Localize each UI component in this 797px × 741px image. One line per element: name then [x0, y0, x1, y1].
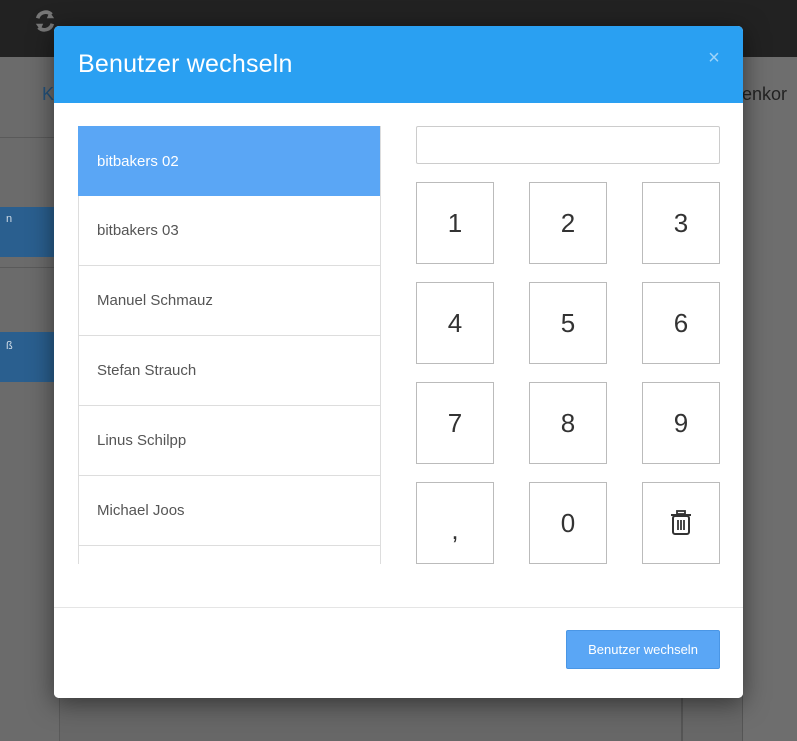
left-panel-item-label: ß [6, 340, 13, 352]
user-list-item-stefan-strauch[interactable]: Stefan Strauch [78, 336, 380, 406]
keypad-key-0[interactable]: 0 [529, 482, 607, 564]
divider [0, 137, 60, 138]
keypad-key-label: 6 [673, 308, 689, 338]
pin-input[interactable] [416, 126, 720, 164]
close-icon[interactable]: × [704, 48, 724, 68]
keypad-key-8[interactable]: 8 [529, 382, 607, 464]
modal-footer: Benutzer wechseln [54, 607, 743, 698]
keypad-key-comma[interactable]: , [416, 482, 494, 564]
keypad-key-2[interactable]: 2 [529, 182, 607, 264]
keypad-key-4[interactable]: 4 [416, 282, 494, 364]
refresh-icon[interactable] [34, 10, 56, 32]
divider [681, 697, 683, 741]
keypad-key-label: , [451, 515, 459, 545]
keypad-key-label: 9 [673, 408, 689, 438]
left-panel-item[interactable]: n [0, 207, 60, 257]
keypad-key-7[interactable]: 7 [416, 382, 494, 464]
left-panel-item-label: n [6, 213, 13, 225]
background-tab-right[interactable]: enkor [742, 84, 787, 105]
keypad-key-label: 2 [560, 208, 576, 238]
keypad-key-label: 5 [560, 308, 576, 338]
user-list-item-bitbakers-02[interactable]: bitbakers 02 [78, 126, 380, 196]
user-list-item-next[interactable] [78, 546, 380, 564]
user-list-item-michael-joos[interactable]: Michael Joos [78, 476, 380, 546]
trash-icon [671, 510, 691, 535]
keypad-key-label: 8 [560, 408, 576, 438]
keypad-key-3[interactable]: 3 [642, 182, 720, 264]
background-tab-left[interactable]: K [42, 84, 54, 105]
switch-user-button[interactable]: Benutzer wechseln [566, 630, 720, 669]
modal-title: Benutzer wechseln [78, 50, 293, 78]
user-list-item-linus-schilpp[interactable]: Linus Schilpp [78, 406, 380, 476]
keypad-key-6[interactable]: 6 [642, 282, 720, 364]
keypad-delete-button[interactable] [642, 482, 720, 564]
keypad-key-label: 4 [447, 308, 463, 338]
switch-user-modal: Benutzer wechseln × bitbakers 02 bitbake… [54, 26, 743, 698]
keypad-key-label: 0 [560, 508, 576, 538]
modal-header: Benutzer wechseln × [54, 26, 743, 103]
user-list-item-bitbakers-03[interactable]: bitbakers 03 [78, 196, 380, 266]
keypad-key-label: 1 [447, 208, 463, 238]
divider [0, 267, 60, 268]
app-left-panel: n ß [0, 57, 60, 741]
keypad-key-label: 7 [447, 408, 463, 438]
keypad-key-9[interactable]: 9 [642, 382, 720, 464]
app-right-panel [742, 57, 797, 741]
user-list-item-manuel-schmauz[interactable]: Manuel Schmauz [78, 266, 380, 336]
keypad-key-1[interactable]: 1 [416, 182, 494, 264]
user-list: bitbakers 02 bitbakers 03 Manuel Schmauz… [78, 126, 381, 564]
keypad-key-5[interactable]: 5 [529, 282, 607, 364]
left-panel-item[interactable]: ß [0, 332, 60, 382]
keypad-key-label: 3 [673, 208, 689, 238]
